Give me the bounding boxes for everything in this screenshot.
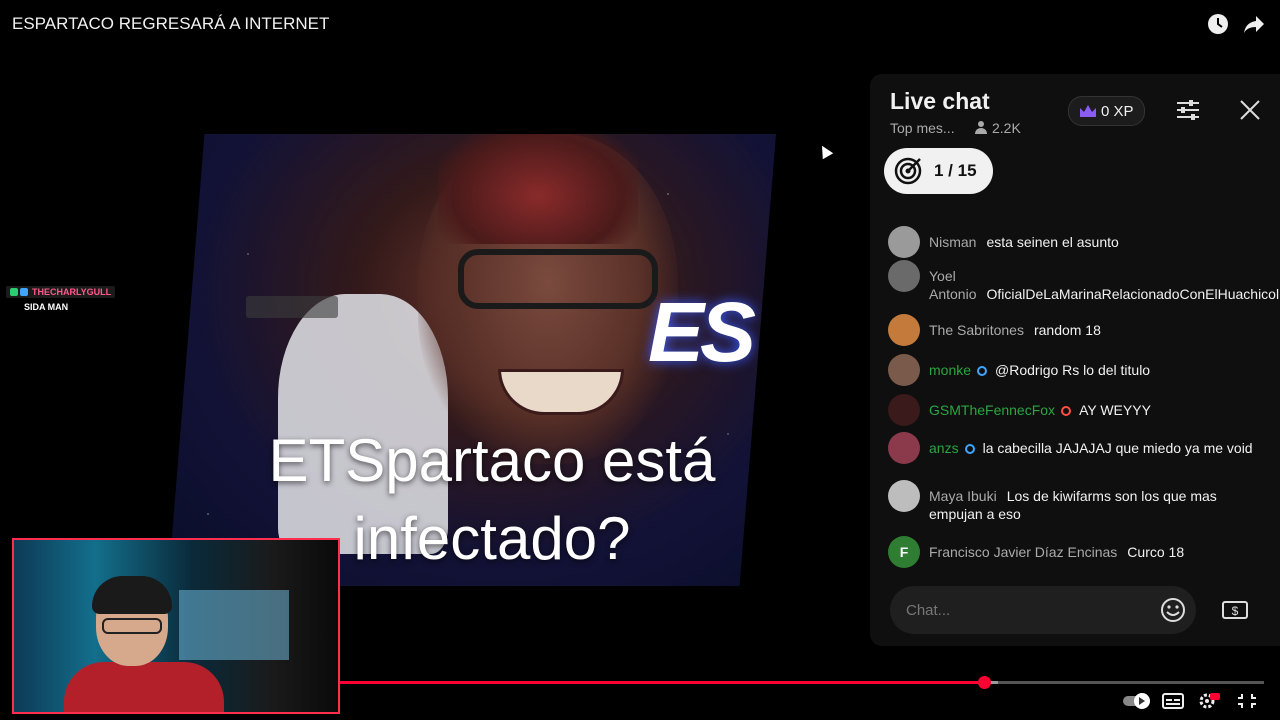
chat-text: @Rodrigo Rs lo del titulo: [995, 362, 1151, 378]
chat-message-body: GSMTheFennecFox AY WEYYY: [929, 394, 1151, 426]
webcam-person: [64, 576, 244, 712]
overlay-box: [246, 296, 338, 318]
live-chat-panel: Live chat Top mes... 2.2K 0 XP 1 / 15 Ni…: [870, 74, 1280, 646]
chat-message[interactable]: Yoel Antonio OficialDeLaMarinaRelacionado…: [888, 260, 1280, 303]
overlay-message: SIDA MAN: [24, 302, 69, 312]
progress-bar[interactable]: [340, 676, 1264, 689]
autoplay-toggle[interactable]: [1122, 692, 1152, 710]
emoji-icon[interactable]: [1160, 597, 1186, 623]
chat-author[interactable]: Maya Ibuki: [929, 488, 997, 504]
fullscreen-exit-icon[interactable]: [1236, 692, 1258, 710]
chat-author[interactable]: anzs: [929, 440, 959, 456]
chat-author[interactable]: monke: [929, 362, 971, 378]
cartoon-hair: [438, 134, 638, 244]
super-chat-icon[interactable]: $: [1220, 596, 1250, 624]
chat-message[interactable]: GSMTheFennecFox AY WEYYY: [888, 394, 1268, 426]
avatar[interactable]: [888, 394, 920, 426]
chat-message[interactable]: Nisman esta seinen el asunto: [888, 226, 1268, 258]
chat-message-body: Yoel Antonio OficialDeLaMarinaRelacionado…: [929, 260, 1280, 303]
chat-message[interactable]: Maya Ibuki Los de kiwifarms son los que m…: [888, 480, 1268, 523]
chat-message-body: Nisman esta seinen el asunto: [929, 226, 1119, 258]
chat-text: esta seinen el asunto: [986, 234, 1119, 250]
chat-input-placeholder: Chat...: [906, 602, 951, 619]
chat-message[interactable]: anzs la cabecilla JAJAJAJ que miedo ya me…: [888, 432, 1268, 464]
person-icon: [975, 121, 987, 134]
chat-author[interactable]: The Sabritones: [929, 322, 1024, 338]
chat-author[interactable]: Francisco Javier Díaz Encinas: [929, 544, 1117, 560]
chat-goal-pill[interactable]: 1 / 15: [884, 148, 993, 194]
member-badge-icon: [964, 444, 975, 454]
chat-message-body: anzs la cabecilla JAJAJAJ que miedo ya me…: [929, 432, 1253, 464]
goal-progress: 1 / 15: [934, 161, 977, 180]
chat-message[interactable]: The Sabritones random 18: [888, 314, 1268, 346]
chat-message[interactable]: F Francisco Javier Díaz Encinas Curco 18: [888, 536, 1268, 568]
crown-icon: [1080, 105, 1096, 117]
overlay-name-row: THECHARLYGULL: [6, 286, 116, 298]
avatar[interactable]: F: [888, 536, 920, 568]
avatar[interactable]: [888, 480, 920, 512]
overlay-badge-icon: [20, 288, 28, 296]
chat-filter-icon[interactable]: [1174, 98, 1202, 122]
progress-scrubber[interactable]: [978, 676, 992, 689]
xp-label: 0 XP: [1101, 102, 1134, 120]
chat-text: AY WEYYY: [1079, 402, 1151, 418]
avatar[interactable]: [888, 260, 920, 292]
svg-text:$: $: [1232, 604, 1239, 618]
target-icon: [894, 157, 922, 185]
xp-button[interactable]: 0 XP: [1068, 96, 1145, 126]
webcam-feed: [12, 538, 340, 714]
webcam-hair: [92, 576, 172, 614]
cartoon-glasses: [458, 249, 658, 309]
mouse-cursor: [816, 142, 834, 160]
chat-author[interactable]: Yoel Antonio: [929, 268, 976, 302]
chat-author[interactable]: Nisman: [929, 234, 976, 250]
clock-icon[interactable]: [1206, 12, 1230, 36]
member-badge-icon: [1061, 406, 1072, 416]
video-frame[interactable]: ES ETSpartaco está infectado?: [168, 134, 776, 586]
stream-overlay-user: THECHARLYGULL SIDA MAN: [6, 286, 116, 312]
avatar[interactable]: [888, 432, 920, 464]
chat-mode-dropdown[interactable]: Top mes...: [890, 120, 955, 136]
chat-text: OficialDeLaMarinaRelacionadoConElHuachic…: [986, 286, 1280, 302]
chat-text: random 18: [1033, 322, 1101, 338]
chat-title: Live chat: [890, 88, 990, 114]
settings-icon[interactable]: [1198, 692, 1220, 710]
chat-text: la cabecilla JAJAJAJ que miedo ya me voi…: [982, 440, 1253, 456]
avatar[interactable]: [888, 226, 920, 258]
avatar[interactable]: [888, 354, 920, 386]
webcam-shirt: [64, 662, 224, 712]
close-icon[interactable]: [1236, 98, 1264, 122]
member-badge-icon: [977, 366, 988, 376]
overlay-username: THECHARLYGULL: [32, 287, 112, 297]
chat-message[interactable]: monke @Rodrigo Rs lo del titulo: [888, 354, 1268, 386]
chat-input[interactable]: Chat...: [890, 586, 1196, 634]
chat-message-body: Francisco Javier Díaz Encinas Curco 18: [929, 536, 1184, 568]
webcam-glasses: [102, 618, 162, 634]
progress-played: [340, 681, 985, 684]
avatar[interactable]: [888, 314, 920, 346]
share-icon[interactable]: [1242, 12, 1266, 36]
video-caption-line-1: ETSpartaco está: [268, 427, 716, 494]
subtitles-icon[interactable]: [1162, 692, 1184, 710]
viewer-count: 2.2K: [992, 120, 1021, 136]
overlay-badge-icon: [10, 288, 18, 296]
chat-message-body: Maya Ibuki Los de kiwifarms son los que m…: [929, 480, 1268, 523]
chat-author[interactable]: GSMTheFennecFox: [929, 402, 1055, 418]
chat-message-list[interactable]: Nisman esta seinen el asunto Yoel Antonio O…: [870, 204, 1280, 574]
chat-message-body: monke @Rodrigo Rs lo del titulo: [929, 354, 1150, 386]
chat-text: Curco 18: [1127, 544, 1185, 560]
es-logo: ES: [648, 285, 756, 379]
chat-message-body: The Sabritones random 18: [929, 314, 1101, 346]
video-title: ESPARTACO REGRESARÁ A INTERNET: [12, 14, 330, 33]
